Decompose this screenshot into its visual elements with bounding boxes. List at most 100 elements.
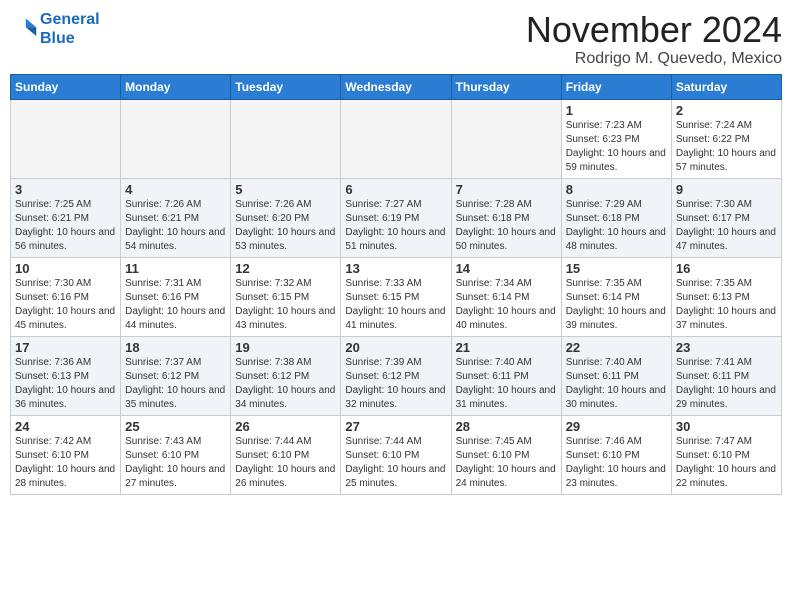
day-info: Sunrise: 7:44 AMSunset: 6:10 PMDaylight:… xyxy=(345,435,446,491)
day-info: Sunrise: 7:27 AMSunset: 6:19 PMDaylight:… xyxy=(345,198,446,254)
day-number: 19 xyxy=(235,340,336,355)
day-number: 25 xyxy=(125,419,226,434)
calendar-cell: 27Sunrise: 7:44 AMSunset: 6:10 PMDayligh… xyxy=(341,415,451,494)
calendar-cell xyxy=(231,99,341,178)
day-number: 11 xyxy=(125,261,226,276)
calendar-cell: 30Sunrise: 7:47 AMSunset: 6:10 PMDayligh… xyxy=(671,415,781,494)
day-number: 6 xyxy=(345,182,446,197)
calendar-cell: 28Sunrise: 7:45 AMSunset: 6:10 PMDayligh… xyxy=(451,415,561,494)
calendar-cell xyxy=(451,99,561,178)
day-number: 29 xyxy=(566,419,667,434)
day-info: Sunrise: 7:47 AMSunset: 6:10 PMDaylight:… xyxy=(676,435,777,491)
calendar-table: SundayMondayTuesdayWednesdayThursdayFrid… xyxy=(10,74,782,495)
day-info: Sunrise: 7:44 AMSunset: 6:10 PMDaylight:… xyxy=(235,435,336,491)
calendar-cell: 21Sunrise: 7:40 AMSunset: 6:11 PMDayligh… xyxy=(451,336,561,415)
calendar-cell: 23Sunrise: 7:41 AMSunset: 6:11 PMDayligh… xyxy=(671,336,781,415)
day-info: Sunrise: 7:34 AMSunset: 6:14 PMDaylight:… xyxy=(456,277,557,333)
calendar-cell: 19Sunrise: 7:38 AMSunset: 6:12 PMDayligh… xyxy=(231,336,341,415)
day-number: 24 xyxy=(15,419,116,434)
week-row-3: 10Sunrise: 7:30 AMSunset: 6:16 PMDayligh… xyxy=(11,257,782,336)
day-info: Sunrise: 7:35 AMSunset: 6:14 PMDaylight:… xyxy=(566,277,667,333)
calendar-cell: 6Sunrise: 7:27 AMSunset: 6:19 PMDaylight… xyxy=(341,178,451,257)
day-info: Sunrise: 7:41 AMSunset: 6:11 PMDaylight:… xyxy=(676,356,777,412)
day-number: 4 xyxy=(125,182,226,197)
day-info: Sunrise: 7:40 AMSunset: 6:11 PMDaylight:… xyxy=(566,356,667,412)
calendar-cell: 1Sunrise: 7:23 AMSunset: 6:23 PMDaylight… xyxy=(561,99,671,178)
day-number: 2 xyxy=(676,103,777,118)
calendar-cell: 20Sunrise: 7:39 AMSunset: 6:12 PMDayligh… xyxy=(341,336,451,415)
day-info: Sunrise: 7:30 AMSunset: 6:17 PMDaylight:… xyxy=(676,198,777,254)
calendar-cell: 11Sunrise: 7:31 AMSunset: 6:16 PMDayligh… xyxy=(121,257,231,336)
week-row-5: 24Sunrise: 7:42 AMSunset: 6:10 PMDayligh… xyxy=(11,415,782,494)
calendar-cell: 15Sunrise: 7:35 AMSunset: 6:14 PMDayligh… xyxy=(561,257,671,336)
day-number: 30 xyxy=(676,419,777,434)
calendar-cell: 8Sunrise: 7:29 AMSunset: 6:18 PMDaylight… xyxy=(561,178,671,257)
day-info: Sunrise: 7:39 AMSunset: 6:12 PMDaylight:… xyxy=(345,356,446,412)
day-info: Sunrise: 7:26 AMSunset: 6:20 PMDaylight:… xyxy=(235,198,336,254)
day-info: Sunrise: 7:35 AMSunset: 6:13 PMDaylight:… xyxy=(676,277,777,333)
week-row-4: 17Sunrise: 7:36 AMSunset: 6:13 PMDayligh… xyxy=(11,336,782,415)
day-info: Sunrise: 7:30 AMSunset: 6:16 PMDaylight:… xyxy=(15,277,116,333)
calendar-cell: 16Sunrise: 7:35 AMSunset: 6:13 PMDayligh… xyxy=(671,257,781,336)
day-info: Sunrise: 7:29 AMSunset: 6:18 PMDaylight:… xyxy=(566,198,667,254)
day-info: Sunrise: 7:42 AMSunset: 6:10 PMDaylight:… xyxy=(15,435,116,491)
location-subtitle: Rodrigo M. Quevedo, Mexico xyxy=(526,50,782,68)
page-header: General Blue November 2024 Rodrigo M. Qu… xyxy=(10,10,782,68)
day-number: 3 xyxy=(15,182,116,197)
calendar-cell: 12Sunrise: 7:32 AMSunset: 6:15 PMDayligh… xyxy=(231,257,341,336)
logo-text: General Blue xyxy=(40,10,100,48)
day-number: 23 xyxy=(676,340,777,355)
weekday-header-wednesday: Wednesday xyxy=(341,74,451,99)
weekday-header-friday: Friday xyxy=(561,74,671,99)
day-info: Sunrise: 7:38 AMSunset: 6:12 PMDaylight:… xyxy=(235,356,336,412)
day-number: 16 xyxy=(676,261,777,276)
day-number: 18 xyxy=(125,340,226,355)
week-row-2: 3Sunrise: 7:25 AMSunset: 6:21 PMDaylight… xyxy=(11,178,782,257)
day-info: Sunrise: 7:46 AMSunset: 6:10 PMDaylight:… xyxy=(566,435,667,491)
weekday-header-tuesday: Tuesday xyxy=(231,74,341,99)
calendar-cell: 7Sunrise: 7:28 AMSunset: 6:18 PMDaylight… xyxy=(451,178,561,257)
calendar-cell: 18Sunrise: 7:37 AMSunset: 6:12 PMDayligh… xyxy=(121,336,231,415)
day-info: Sunrise: 7:36 AMSunset: 6:13 PMDaylight:… xyxy=(15,356,116,412)
day-info: Sunrise: 7:23 AMSunset: 6:23 PMDaylight:… xyxy=(566,119,667,175)
month-title: November 2024 xyxy=(526,10,782,50)
week-row-1: 1Sunrise: 7:23 AMSunset: 6:23 PMDaylight… xyxy=(11,99,782,178)
day-info: Sunrise: 7:45 AMSunset: 6:10 PMDaylight:… xyxy=(456,435,557,491)
calendar-cell: 17Sunrise: 7:36 AMSunset: 6:13 PMDayligh… xyxy=(11,336,121,415)
day-number: 26 xyxy=(235,419,336,434)
weekday-header-sunday: Sunday xyxy=(11,74,121,99)
day-info: Sunrise: 7:40 AMSunset: 6:11 PMDaylight:… xyxy=(456,356,557,412)
day-info: Sunrise: 7:26 AMSunset: 6:21 PMDaylight:… xyxy=(125,198,226,254)
day-number: 5 xyxy=(235,182,336,197)
day-info: Sunrise: 7:37 AMSunset: 6:12 PMDaylight:… xyxy=(125,356,226,412)
day-number: 17 xyxy=(15,340,116,355)
day-number: 28 xyxy=(456,419,557,434)
calendar-cell: 9Sunrise: 7:30 AMSunset: 6:17 PMDaylight… xyxy=(671,178,781,257)
day-number: 15 xyxy=(566,261,667,276)
day-info: Sunrise: 7:32 AMSunset: 6:15 PMDaylight:… xyxy=(235,277,336,333)
calendar-cell: 24Sunrise: 7:42 AMSunset: 6:10 PMDayligh… xyxy=(11,415,121,494)
day-number: 10 xyxy=(15,261,116,276)
day-info: Sunrise: 7:43 AMSunset: 6:10 PMDaylight:… xyxy=(125,435,226,491)
day-number: 22 xyxy=(566,340,667,355)
day-number: 12 xyxy=(235,261,336,276)
day-info: Sunrise: 7:31 AMSunset: 6:16 PMDaylight:… xyxy=(125,277,226,333)
day-number: 9 xyxy=(676,182,777,197)
day-number: 7 xyxy=(456,182,557,197)
logo-icon xyxy=(10,15,38,43)
calendar-cell: 5Sunrise: 7:26 AMSunset: 6:20 PMDaylight… xyxy=(231,178,341,257)
day-number: 14 xyxy=(456,261,557,276)
day-info: Sunrise: 7:28 AMSunset: 6:18 PMDaylight:… xyxy=(456,198,557,254)
day-info: Sunrise: 7:25 AMSunset: 6:21 PMDaylight:… xyxy=(15,198,116,254)
calendar-cell xyxy=(341,99,451,178)
day-number: 13 xyxy=(345,261,446,276)
day-info: Sunrise: 7:33 AMSunset: 6:15 PMDaylight:… xyxy=(345,277,446,333)
calendar-cell: 26Sunrise: 7:44 AMSunset: 6:10 PMDayligh… xyxy=(231,415,341,494)
weekday-header-monday: Monday xyxy=(121,74,231,99)
day-info: Sunrise: 7:24 AMSunset: 6:22 PMDaylight:… xyxy=(676,119,777,175)
day-number: 1 xyxy=(566,103,667,118)
weekday-header-row: SundayMondayTuesdayWednesdayThursdayFrid… xyxy=(11,74,782,99)
weekday-header-thursday: Thursday xyxy=(451,74,561,99)
day-number: 21 xyxy=(456,340,557,355)
day-number: 20 xyxy=(345,340,446,355)
